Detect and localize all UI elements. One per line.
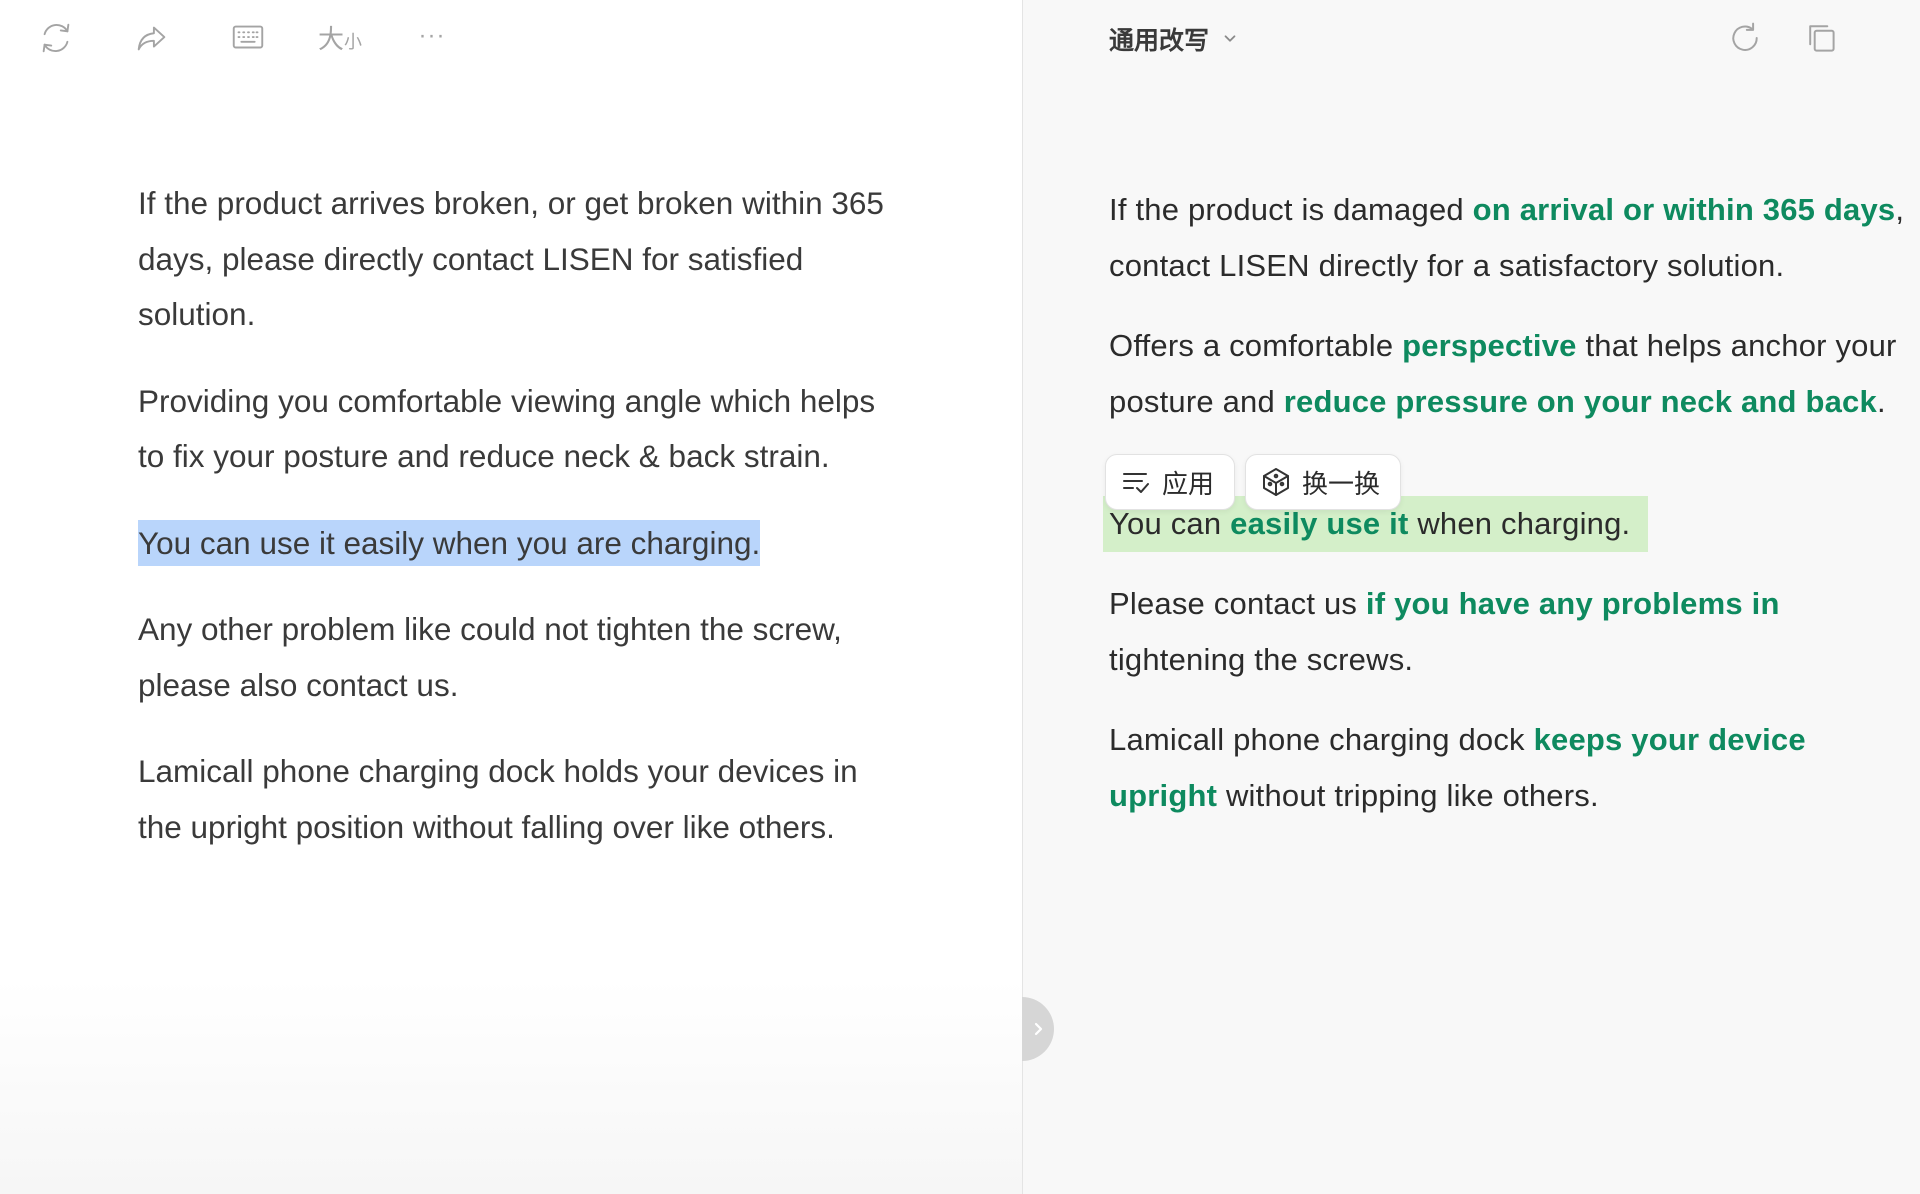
keyboard-button[interactable] <box>226 18 270 58</box>
text-segment: . <box>1876 384 1886 419</box>
rewrite-pane: 通用改写 If the product is damaged on arriva… <box>1023 0 1920 1194</box>
rewrite-mode-label: 通用改写 <box>1109 26 1210 55</box>
rewritten-text[interactable]: If the product is damaged on arrival or … <box>1103 182 1909 848</box>
changed-text: reduce pressure on your neck and back <box>1283 384 1877 419</box>
text-segment: Offers a comfortable <box>1109 328 1403 363</box>
apply-label: 应用 <box>1162 469 1215 500</box>
rewrite-mode-dropdown[interactable]: 通用改写 <box>1109 20 1239 58</box>
apply-button[interactable]: 应用 <box>1105 454 1236 510</box>
changed-text: on arrival or within 365 days <box>1472 192 1896 227</box>
font-size-small-label: 小 <box>344 32 363 53</box>
share-button[interactable] <box>130 18 174 58</box>
redo-icon <box>1732 22 1758 51</box>
rewritten-paragraph[interactable]: If the product is damaged on arrival or … <box>1109 182 1909 294</box>
keyboard-icon <box>232 25 264 49</box>
font-size-button[interactable]: 大小 <box>318 22 362 58</box>
text-selection-highlight[interactable]: You can use it easily when you are charg… <box>138 519 761 566</box>
font-size-big-label: 大 <box>318 25 345 55</box>
swap-button[interactable]: 换一换 <box>1245 454 1402 510</box>
refresh-button[interactable] <box>34 18 78 58</box>
original-text-pane: 大小 ··· If the product arrives broken, or… <box>0 0 1022 1194</box>
rewritten-paragraph[interactable]: Please contact us if you have any proble… <box>1109 576 1909 688</box>
left-toolbar: 大小 ··· <box>0 0 1022 80</box>
original-paragraph[interactable]: If the product arrives broken, or get br… <box>138 176 908 343</box>
text-segment: Please contact us <box>1109 586 1366 621</box>
text-segment: without tripping like others. <box>1217 778 1599 813</box>
changed-text: perspective <box>1402 328 1577 363</box>
changed-text: easily use it <box>1230 506 1409 541</box>
text-segment: tightening the screws. <box>1109 642 1414 677</box>
text-segment: when charging. <box>1408 506 1631 541</box>
rewritten-paragraph[interactable]: Lamicall phone charging dock keeps your … <box>1109 712 1909 824</box>
rewritten-paragraph[interactable]: Offers a comfortable perspective that he… <box>1109 318 1909 430</box>
refresh-icon <box>42 23 70 53</box>
apply-list-check-icon <box>1123 473 1149 493</box>
original-paragraph-selected[interactable]: You can use it easily when you are charg… <box>138 516 908 572</box>
regenerate-button[interactable] <box>1723 16 1767 60</box>
dice-icon <box>1263 468 1290 496</box>
text-segment: Lamicall phone charging dock <box>1109 722 1534 757</box>
changed-text: if you have any problems in <box>1365 586 1780 621</box>
chevron-down-icon <box>1224 35 1236 42</box>
copy-button[interactable] <box>1799 16 1843 60</box>
original-text[interactable]: If the product arrives broken, or get br… <box>138 176 908 886</box>
original-paragraph[interactable]: Providing you comfortable viewing angle … <box>138 374 908 485</box>
share-icon <box>137 26 166 51</box>
chevron-right-icon <box>1034 1022 1043 1036</box>
original-paragraph[interactable]: Lamicall phone charging dock holds your … <box>138 744 908 855</box>
copy-icon <box>1809 25 1835 52</box>
swap-label: 换一换 <box>1302 469 1381 500</box>
original-paragraph[interactable]: Any other problem like could not tighten… <box>138 602 908 713</box>
more-button[interactable]: ··· <box>410 18 454 58</box>
text-segment: If the product is damaged <box>1109 192 1473 227</box>
suggestion-actions: 应用 换一换 <box>1105 454 1402 510</box>
text-segment: You can <box>1109 506 1231 541</box>
